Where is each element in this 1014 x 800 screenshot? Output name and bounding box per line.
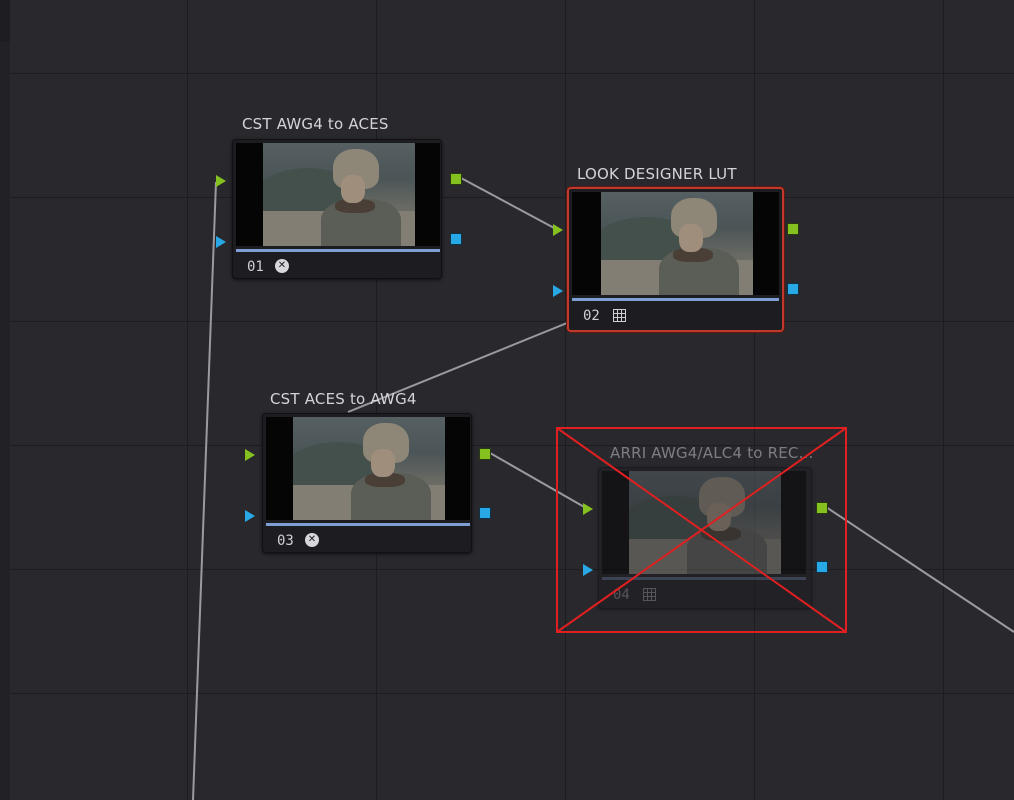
node-01-title: CST AWG4 to ACES — [242, 115, 389, 133]
top-edge-panel — [0, 0, 10, 42]
node-01-key-output-port[interactable] — [450, 233, 462, 245]
aces-icon: ✕ — [275, 259, 289, 273]
node-02-title: LOOK DESIGNER LUT — [577, 165, 737, 183]
node-02-thumbnail — [572, 192, 779, 295]
node-03-thumbnail — [266, 417, 470, 520]
node-02-rgb-output-port[interactable] — [787, 223, 799, 235]
node-01-number: 01 — [247, 259, 264, 275]
node-03-rgb-input-port[interactable] — [245, 449, 255, 461]
node-04[interactable]: 04 — [598, 467, 812, 609]
aces-icon: ✕ — [305, 533, 319, 547]
node-04-title: ARRI AWG4/ALC4 to REC... — [610, 444, 814, 462]
node-03-bar — [266, 523, 470, 526]
node-03-title: CST ACES to AWG4 — [270, 390, 417, 408]
node-03-number: 03 — [277, 533, 294, 549]
lut-grid-icon — [643, 588, 656, 601]
node-03-key-input-port[interactable] — [245, 510, 255, 522]
wire-node-04-to-output — [825, 506, 1014, 633]
node-03-rgb-output-port[interactable] — [479, 448, 491, 460]
node-04-key-input-port[interactable] — [583, 564, 593, 576]
wire-node-01-to-node-02 — [460, 177, 557, 230]
node-02[interactable]: 02 — [567, 187, 784, 332]
node-connections — [192, 177, 1014, 800]
wire-source-to-node-01 — [192, 181, 217, 800]
left-edge-panel — [0, 42, 10, 800]
node-04-thumbnail — [602, 471, 806, 574]
node-02-number: 02 — [583, 308, 600, 324]
node-01-rgb-output-port[interactable] — [450, 173, 462, 185]
node-01-bar — [236, 249, 440, 252]
node-02-key-output-port[interactable] — [787, 283, 799, 295]
node-03-key-output-port[interactable] — [479, 507, 491, 519]
node-04-rgb-output-port[interactable] — [816, 502, 828, 514]
node-02-rgb-input-port[interactable] — [553, 224, 563, 236]
node-01-thumbnail — [236, 143, 440, 246]
node-01-key-input-port[interactable] — [216, 236, 226, 248]
node-04-key-output-port[interactable] — [816, 561, 828, 573]
node-04-number: 04 — [613, 587, 630, 603]
node-03[interactable]: 03 ✕ — [262, 413, 472, 553]
node-02-key-input-port[interactable] — [553, 285, 563, 297]
node-editor-canvas[interactable]: CST AWG4 to ACES 01 ✕ LOOK DESIGNER LUT … — [0, 0, 1014, 800]
node-04-bar — [602, 577, 806, 580]
node-02-bar — [572, 298, 779, 301]
node-04-rgb-input-port[interactable] — [583, 503, 593, 515]
node-01[interactable]: 01 ✕ — [232, 139, 442, 279]
wire-node-03-to-node-04 — [489, 452, 587, 509]
lut-grid-icon — [613, 309, 626, 322]
node-01-rgb-input-port[interactable] — [216, 175, 226, 187]
